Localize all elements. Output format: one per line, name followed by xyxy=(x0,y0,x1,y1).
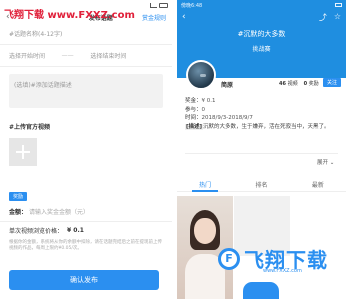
status-bar: 傍晚6:48 xyxy=(177,0,346,10)
star-icon[interactable]: ☆ xyxy=(334,12,341,23)
watermark-logo: 飞翔下载 www.FXXZ.com xyxy=(4,10,135,21)
signal-icon xyxy=(150,3,157,8)
topic-info: 奖金：¥ 0.1 参与：0 时间：2018/9/3-2018/9/7 xyxy=(185,97,253,123)
user-stats: 46 视频 0 奖励 xyxy=(279,80,319,87)
time-range-row: 选择开始时间 —— 选择结束时间 xyxy=(0,45,172,67)
topic-title: #沉默的大多数 xyxy=(237,30,286,38)
end-time-picker[interactable]: 选择结束时间 xyxy=(90,51,126,60)
record-button[interactable] xyxy=(243,282,279,299)
follow-button[interactable]: 关注 xyxy=(323,78,341,87)
price-row: 单次视频浏览价格： ¥ 0.1 xyxy=(0,222,172,238)
arrow-left-icon[interactable]: ‹ xyxy=(182,12,186,22)
battery-icon xyxy=(159,3,168,8)
amount-label: 金额： xyxy=(9,209,28,216)
topic-subtitle: 挑战赛 xyxy=(252,46,271,53)
topic-description-input[interactable]: (选填)#添加话题描述 xyxy=(9,74,163,108)
reward-rules-link[interactable]: 赏金规则 xyxy=(142,13,166,22)
stat-rewards: 0 奖励 xyxy=(303,81,319,87)
share-icon[interactable]: ⤴ xyxy=(319,12,327,23)
description-tag: [描述] xyxy=(185,124,204,130)
topic-name-input[interactable]: #话题名称(4-12字) xyxy=(0,23,172,45)
avatar[interactable] xyxy=(186,60,216,90)
watermark-logo-icon: F xyxy=(218,247,240,270)
divider xyxy=(185,153,338,154)
time-separator: —— xyxy=(61,52,74,59)
battery-icon xyxy=(335,3,342,7)
price-value: ¥ 0.1 xyxy=(67,226,84,234)
chevron-down-icon: ⌄ xyxy=(329,160,335,166)
tab-bar: 热门 排名 最新 xyxy=(177,178,346,192)
nav-bar: ‹ ⤴ ☆ xyxy=(177,10,346,24)
tab-latest[interactable]: 最新 xyxy=(290,178,346,191)
amount-input[interactable]: 请输入奖金金额（元） xyxy=(29,207,89,216)
upload-video-label: #上传官方视频 xyxy=(9,124,51,131)
confirm-publish-button[interactable]: 确认发布 xyxy=(9,270,159,290)
stat-videos: 46 视频 xyxy=(279,81,298,87)
info-reward: 奖金：¥ 0.1 xyxy=(185,98,216,104)
reward-tag: 奖励 xyxy=(9,192,28,201)
tab-ranking[interactable]: 排名 xyxy=(233,178,289,191)
price-label: 单次视频浏览价格： xyxy=(9,227,64,235)
info-time: 时间：2018/9/3-2018/9/7 xyxy=(185,115,253,121)
upload-video-button[interactable] xyxy=(9,138,37,166)
publish-topic-screen: 飞翔下载 www.FXXZ.com ‹ 发布话题 赏金规则 #话题名称(4-12… xyxy=(0,0,172,299)
amount-row: 金额： 请输入奖金金额（元） xyxy=(0,202,172,222)
user-name[interactable]: 简原 xyxy=(221,80,233,89)
reward-note: 根据你的金额，系统将从你的余额中扣除，请在话题完结后之前在提现前上传视频的作品，… xyxy=(9,240,162,251)
start-time-picker[interactable]: 选择开始时间 xyxy=(9,51,45,60)
topic-description: [描述]沉默的大多数，生于嫌弃，活在死寂当中，天黑了。 xyxy=(185,124,330,130)
info-participants: 参与：0 xyxy=(185,106,206,113)
expand-button[interactable]: 展开 ⌄ xyxy=(317,158,334,166)
tab-hot[interactable]: 热门 xyxy=(177,178,233,192)
status-time: 傍晚6:48 xyxy=(181,2,203,9)
watermark-url: www.FXXZ.com xyxy=(263,268,302,274)
